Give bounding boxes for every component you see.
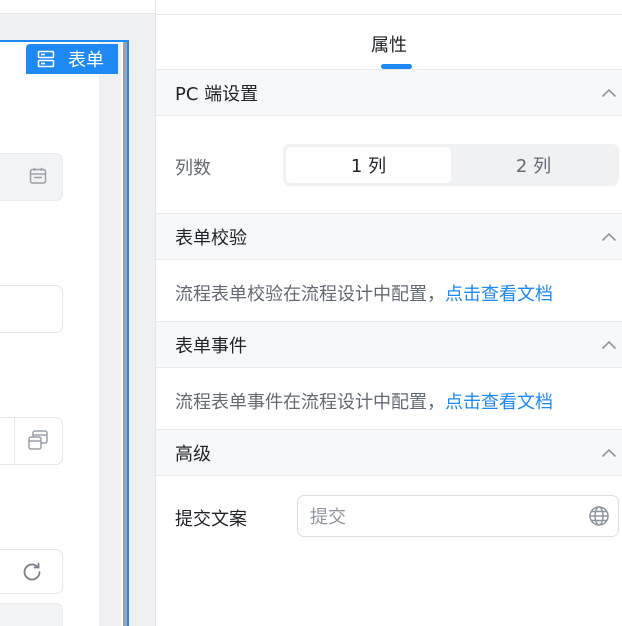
submit-text-input[interactable]: 提交: [297, 495, 619, 537]
form-scrollbar[interactable]: [123, 42, 127, 626]
form-canvas: 表单: [0, 0, 155, 626]
section-advanced-header[interactable]: 高级: [156, 429, 622, 476]
field-divider: [14, 417, 15, 464]
globe-icon[interactable]: [588, 505, 610, 527]
validation-info-text: 流程表单校验在流程设计中配置，: [175, 284, 445, 305]
form-scroll-gutter: [99, 42, 121, 626]
text-field-preview[interactable]: [0, 285, 63, 333]
chevron-up-icon[interactable]: [600, 444, 618, 462]
columns-label: 列数: [175, 158, 211, 179]
section-events-header[interactable]: 表单事件: [156, 321, 622, 368]
submit-text-value: 提交: [310, 507, 346, 528]
next-field-preview[interactable]: [0, 603, 63, 626]
copy-window-icon: [26, 428, 50, 452]
validation-docs-link[interactable]: 点击查看文档: [445, 284, 553, 305]
form-layout-icon: [36, 49, 56, 69]
chevron-up-icon[interactable]: [600, 336, 618, 354]
form-selection-badge[interactable]: 表单: [26, 44, 118, 74]
calendar-icon: [28, 166, 48, 186]
chevron-up-icon[interactable]: [600, 84, 618, 102]
columns-option-2[interactable]: 2 列: [451, 147, 616, 183]
panel-top-divider: [156, 14, 622, 15]
section-title: 表单事件: [175, 335, 247, 357]
chevron-up-icon[interactable]: [600, 228, 618, 246]
columns-segmented-control: 1 列 2 列: [283, 144, 619, 186]
section-validation-header[interactable]: 表单校验: [156, 213, 622, 260]
submit-text-label: 提交文案: [175, 509, 247, 530]
validation-info: 流程表单校验在流程设计中配置，点击查看文档: [175, 280, 553, 306]
refresh-icon[interactable]: [20, 560, 44, 584]
section-title: 表单校验: [175, 227, 247, 249]
events-docs-link[interactable]: 点击查看文档: [445, 392, 553, 413]
form-badge-label: 表单: [68, 50, 104, 71]
section-title: 高级: [175, 443, 211, 465]
columns-option-1[interactable]: 1 列: [286, 147, 451, 183]
selected-form-frame[interactable]: [0, 40, 129, 626]
section-pc-settings-header[interactable]: PC 端设置: [156, 69, 622, 116]
tab-properties[interactable]: 属性: [156, 31, 622, 57]
properties-panel: 属性 PC 端设置 列数 1 列 2 列 表单校验 流程表单校验在流程设计中配置…: [155, 0, 622, 626]
canvas-toolbar: [0, 0, 155, 14]
events-info-text: 流程表单事件在流程设计中配置，: [175, 392, 445, 413]
section-title: PC 端设置: [175, 83, 259, 105]
events-info: 流程表单事件在流程设计中配置，点击查看文档: [175, 388, 553, 414]
